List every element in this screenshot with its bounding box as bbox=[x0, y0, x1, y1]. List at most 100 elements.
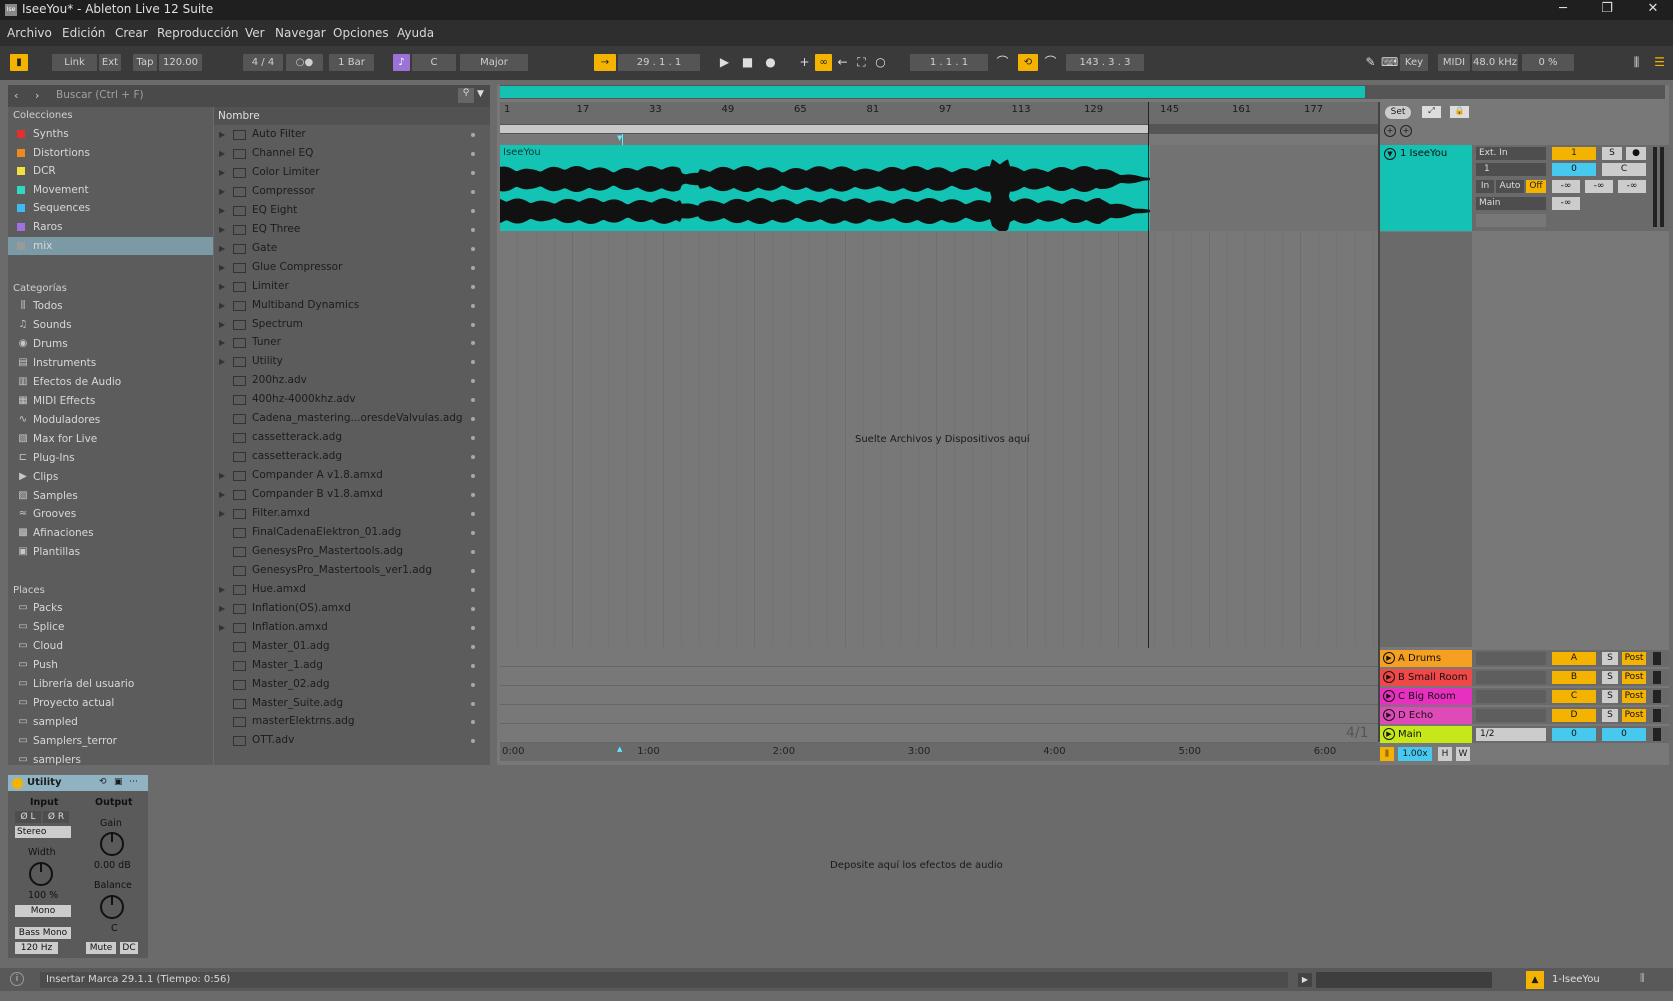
preview-dot-icon[interactable] bbox=[471, 663, 475, 668]
mute-button[interactable]: Mute bbox=[86, 942, 116, 954]
return-output-select[interactable]: 1/2 bbox=[1476, 728, 1546, 741]
place-item[interactable]: ▭ Samplers_terror bbox=[8, 732, 213, 750]
overdub-icon[interactable]: + bbox=[796, 54, 813, 71]
scale-select[interactable]: Major bbox=[460, 54, 528, 71]
return-post-button[interactable]: Post bbox=[1622, 652, 1646, 665]
preview-dot-icon[interactable] bbox=[471, 227, 475, 232]
preview-dot-icon[interactable] bbox=[471, 568, 475, 573]
preview-dot-icon[interactable] bbox=[471, 530, 475, 535]
return-activator[interactable]: D bbox=[1552, 709, 1596, 722]
expand-arrow-icon[interactable]: ▶ bbox=[219, 201, 225, 220]
menu-reproduccion[interactable]: Reproducción bbox=[157, 26, 239, 40]
collection-raros[interactable]: Raros bbox=[8, 218, 213, 236]
list-item[interactable]: ▶ Channel EQ bbox=[214, 144, 490, 163]
return-track-header[interactable]: ▶ C Big Room bbox=[1380, 688, 1472, 705]
expand-arrow-icon[interactable]: ▶ bbox=[219, 580, 225, 599]
preview-dot-icon[interactable] bbox=[471, 133, 475, 137]
preview-dot-icon[interactable] bbox=[471, 322, 475, 327]
preview-dot-icon[interactable] bbox=[471, 682, 475, 687]
list-item[interactable]: ▶ Inflation.amxd bbox=[214, 618, 490, 637]
close-icon[interactable]: ✕ bbox=[1630, 0, 1673, 20]
list-item[interactable]: ▶ Tuner bbox=[214, 333, 490, 352]
pan-field[interactable]: C bbox=[1602, 163, 1646, 176]
empty-track-area[interactable] bbox=[1150, 145, 1380, 231]
time-ruler[interactable]: 0:00 1:00 2:00 3:00 4:00 5:00 6:00 bbox=[500, 743, 1380, 761]
expand-arrow-icon[interactable]: ▶ bbox=[219, 239, 225, 258]
menu-icon[interactable]: ☰ bbox=[1651, 54, 1668, 71]
device-hotswap-icon[interactable]: ⟲ bbox=[99, 777, 107, 787]
expand-arrow-icon[interactable]: ▶ bbox=[219, 144, 225, 163]
return-activator[interactable]: C bbox=[1552, 690, 1596, 703]
preview-dot-icon[interactable] bbox=[471, 208, 475, 213]
channel-mode-select[interactable]: Stereo bbox=[15, 826, 71, 838]
place-item[interactable]: ▭ Push bbox=[8, 656, 213, 674]
gain-knob[interactable] bbox=[100, 832, 124, 856]
return-output-select[interactable] bbox=[1476, 671, 1546, 684]
device-save-icon[interactable]: ▣ bbox=[114, 777, 123, 787]
place-item[interactable]: ▭ sampled bbox=[8, 713, 213, 731]
list-item[interactable]: GenesysPro_Mastertools_ver1.adg bbox=[214, 561, 490, 580]
expand-arrow-icon[interactable]: ▶ bbox=[219, 163, 225, 182]
bass-mono-button[interactable]: Bass Mono bbox=[15, 927, 71, 939]
search-input[interactable]: Buscar (Ctrl + F) bbox=[56, 89, 144, 101]
device-power-icon[interactable] bbox=[12, 778, 23, 789]
track-activator-icon[interactable]: ▶ bbox=[1383, 690, 1395, 702]
expand-arrow-icon[interactable]: ▶ bbox=[219, 125, 225, 144]
loop-region[interactable] bbox=[500, 125, 1148, 133]
return-output-select[interactable] bbox=[1476, 652, 1546, 665]
beat-ruler[interactable]: 1 17 33 49 65 81 97 113 129 145 161 177 bbox=[500, 102, 1380, 124]
list-item[interactable]: Master_Suite.adg bbox=[214, 694, 490, 713]
key-select[interactable]: C bbox=[412, 54, 456, 71]
preview-dot-icon[interactable] bbox=[471, 549, 475, 554]
collection-dcr[interactable]: DCR bbox=[8, 162, 213, 180]
preview-dot-icon[interactable] bbox=[471, 587, 475, 592]
forward-icon[interactable]: › bbox=[35, 89, 39, 102]
list-item[interactable]: Master_1.adg bbox=[214, 656, 490, 675]
loop-length-field[interactable]: 143 . 3 . 3 bbox=[1066, 54, 1144, 71]
list-item[interactable]: masterElektrns.adg bbox=[214, 712, 490, 731]
expand-arrow-icon[interactable]: ▶ bbox=[219, 333, 225, 352]
play-clip-icon[interactable]: ▶ bbox=[1298, 973, 1312, 987]
set-button[interactable]: Set bbox=[1385, 106, 1411, 119]
place-item[interactable]: ▭ Splice bbox=[8, 618, 213, 636]
dc-button[interactable]: DC bbox=[120, 942, 138, 954]
main-volume-field[interactable]: 0 bbox=[1602, 728, 1646, 741]
track-name[interactable]: 1 IseeYou bbox=[1400, 148, 1447, 159]
return-solo-button[interactable]: S bbox=[1602, 652, 1618, 665]
info-icon[interactable]: i bbox=[10, 972, 24, 986]
automation-arm-icon[interactable]: ∞ bbox=[815, 54, 832, 71]
list-item[interactable]: cassetterack.adg bbox=[214, 447, 490, 466]
arm-icon[interactable]: ● bbox=[1626, 147, 1646, 160]
category-groove[interactable]: ≈ Grooves bbox=[8, 505, 213, 523]
send-a-field[interactable]: -∞ bbox=[1552, 180, 1580, 193]
list-item[interactable]: ▶ Inflation(OS).amxd bbox=[214, 599, 490, 618]
send-c-field[interactable]: -∞ bbox=[1618, 180, 1646, 193]
expand-arrow-icon[interactable]: ▶ bbox=[219, 258, 225, 277]
menu-edicion[interactable]: Edición bbox=[62, 26, 105, 40]
return-solo-button[interactable]: S bbox=[1602, 709, 1618, 722]
monitor-in-button[interactable]: In bbox=[1476, 180, 1494, 193]
mono-button[interactable]: Mono bbox=[15, 905, 71, 917]
list-item[interactable]: ▶ EQ Eight bbox=[214, 201, 490, 220]
category-plug[interactable]: ⊏ Plug-Ins bbox=[8, 449, 213, 467]
collection-mix[interactable]: mix bbox=[8, 236, 213, 255]
list-item[interactable]: 200hz.adv bbox=[214, 371, 490, 390]
category-fx[interactable]: ▥ Efectos de Audio bbox=[8, 373, 213, 391]
draw-mode-icon[interactable]: ✎ bbox=[1362, 54, 1379, 71]
record-icon[interactable]: ● bbox=[762, 54, 779, 71]
track-activator-icon[interactable]: ▶ bbox=[1383, 652, 1395, 664]
stop-icon[interactable]: ■ bbox=[739, 54, 756, 71]
preview-dot-icon[interactable] bbox=[471, 720, 475, 725]
track-activator-icon[interactable]: ▶ bbox=[1383, 709, 1395, 721]
list-item[interactable]: FinalCadenaElektron_01.adg bbox=[214, 523, 490, 542]
preview-dot-icon[interactable] bbox=[471, 360, 475, 365]
expand-arrow-icon[interactable]: ▶ bbox=[219, 220, 225, 239]
tap-button[interactable]: Tap bbox=[133, 54, 157, 71]
list-item[interactable]: ▶ Multiband Dynamics bbox=[214, 296, 490, 315]
minimize-icon[interactable]: ─ bbox=[1540, 0, 1586, 20]
return-activator[interactable]: B bbox=[1552, 671, 1596, 684]
category-mod[interactable]: ∿ Moduladores bbox=[8, 411, 213, 429]
preview-dot-icon[interactable] bbox=[471, 644, 475, 649]
time-signature-field[interactable]: 4 / 4 bbox=[243, 54, 283, 71]
clip-overview[interactable] bbox=[1316, 972, 1492, 988]
